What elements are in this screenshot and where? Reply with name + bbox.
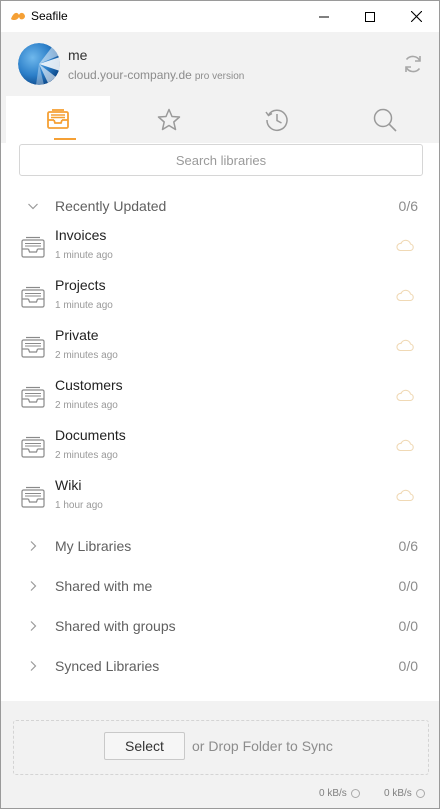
library-group[interactable]: Synced Libraries 0/0 <box>1 647 439 683</box>
library-name: Customers <box>55 377 123 393</box>
group-title: Recently Updated <box>55 198 167 214</box>
minimize-button[interactable] <box>301 1 347 32</box>
library-row[interactable]: Wiki 1 hour ago <box>1 473 439 523</box>
cloud-icon <box>396 489 414 502</box>
account-header: me cloud.your-company.de pro version <box>1 32 439 96</box>
tab-search[interactable] <box>330 96 439 143</box>
drop-folder-hint: or Drop Folder to Sync <box>192 738 333 754</box>
bottom-panel: Select or Drop Folder to Sync 0 kB/s 0 k… <box>1 701 439 808</box>
download-status-icon <box>415 789 425 798</box>
close-icon <box>410 11 422 22</box>
cloud-icon <box>396 389 414 402</box>
group-count: 0/6 <box>398 198 418 214</box>
maximize-icon <box>365 11 375 22</box>
chevron-right-icon <box>30 541 37 551</box>
tab-bar <box>1 96 439 143</box>
library-group[interactable]: My Libraries 0/6 <box>1 527 439 563</box>
library-row[interactable]: Customers 2 minutes ago <box>1 373 439 423</box>
group-count: 0/0 <box>398 658 418 674</box>
star-icon <box>157 108 180 130</box>
library-group[interactable]: Shared with me 0/0 <box>1 567 439 603</box>
library-name: Private <box>55 327 99 343</box>
library-updated-time: 1 minute ago <box>55 300 113 311</box>
cloud-icon <box>396 439 414 452</box>
library-icon <box>21 386 45 408</box>
library-updated-time: 2 minutes ago <box>55 400 118 411</box>
refresh-icon[interactable] <box>401 52 425 76</box>
cloud-icon <box>396 239 414 252</box>
group-title: My Libraries <box>55 538 132 554</box>
chevron-right-icon <box>30 621 37 631</box>
cloud-icon <box>396 339 414 352</box>
title-bar[interactable]: Seafile <box>1 1 439 32</box>
library-icon <box>21 486 45 508</box>
edition-label: pro version <box>194 71 245 82</box>
select-folder-button[interactable]: Select <box>104 732 185 760</box>
download-rate: 0 kB/s <box>384 788 425 799</box>
library-name: Documents <box>55 427 126 443</box>
chevron-down-icon <box>28 203 38 210</box>
group-recently-updated[interactable]: Recently Updated 0/6 <box>1 187 439 223</box>
library-icon <box>21 236 45 258</box>
history-icon <box>264 109 288 131</box>
avatar[interactable] <box>18 43 60 85</box>
active-tab-indicator <box>54 138 76 140</box>
tab-starred[interactable] <box>114 96 223 143</box>
library-row[interactable]: Documents 2 minutes ago <box>1 423 439 473</box>
seafile-logo-icon <box>11 12 25 21</box>
library-row[interactable]: Projects 1 minute ago <box>1 273 439 323</box>
library-icon <box>21 436 45 458</box>
minimize-icon <box>319 16 329 17</box>
chevron-right-icon <box>30 661 37 671</box>
chevron-right-icon <box>30 581 37 591</box>
account-server: cloud.your-company.de pro version <box>68 68 244 82</box>
cloud-icon <box>396 289 414 302</box>
account-name: me <box>68 47 88 63</box>
library-updated-time: 1 minute ago <box>55 250 113 261</box>
upload-rate: 0 kB/s <box>319 788 360 799</box>
download-rate-value: 0 kB/s <box>384 788 412 799</box>
group-count: 0/6 <box>398 538 418 554</box>
tab-libraries[interactable] <box>6 96 110 143</box>
group-title: Shared with me <box>55 578 153 594</box>
upload-status-icon <box>350 789 360 798</box>
search-input[interactable] <box>19 144 423 176</box>
maximize-button[interactable] <box>347 1 393 32</box>
close-button[interactable] <box>393 1 439 32</box>
library-updated-time: 2 minutes ago <box>55 350 118 361</box>
library-name: Wiki <box>55 477 82 493</box>
library-row[interactable]: Invoices 1 minute ago <box>1 223 439 273</box>
library-name: Projects <box>55 277 106 293</box>
library-updated-time: 2 minutes ago <box>55 450 118 461</box>
group-title: Shared with groups <box>55 618 176 634</box>
library-updated-time: 1 hour ago <box>55 500 103 511</box>
library-group[interactable]: Shared with groups 0/0 <box>1 607 439 643</box>
library-name: Invoices <box>55 227 107 243</box>
group-count: 0/0 <box>398 578 418 594</box>
seafile-window: Seafile me cloud.your-company.de pro ver… <box>0 0 440 809</box>
library-icon <box>47 108 69 129</box>
group-count: 0/0 <box>398 618 418 634</box>
library-icon <box>21 336 45 358</box>
search-icon <box>373 108 397 132</box>
tab-activity[interactable] <box>222 96 331 143</box>
upload-rate-value: 0 kB/s <box>319 788 347 799</box>
library-icon <box>21 286 45 308</box>
server-url: cloud.your-company.de <box>68 68 192 82</box>
library-row[interactable]: Private 2 minutes ago <box>1 323 439 373</box>
window-title: Seafile <box>31 9 68 23</box>
group-title: Synced Libraries <box>55 658 160 674</box>
drop-folder-zone[interactable]: Select or Drop Folder to Sync <box>13 720 429 775</box>
